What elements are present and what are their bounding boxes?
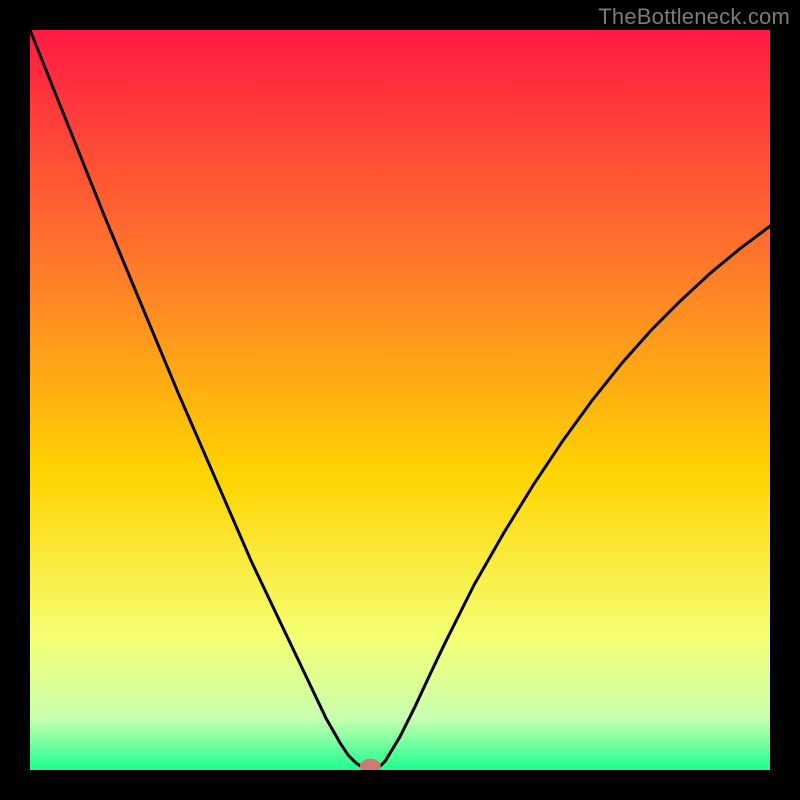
watermark-text: TheBottleneck.com bbox=[598, 4, 790, 30]
bottleneck-curve-plot bbox=[0, 0, 800, 800]
plot-gradient-background bbox=[30, 30, 770, 770]
chart-container: TheBottleneck.com bbox=[0, 0, 800, 800]
